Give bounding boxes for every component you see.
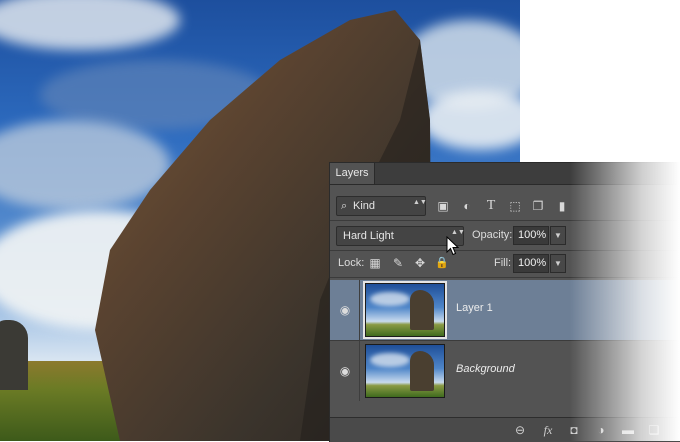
divider [330, 250, 680, 251]
thumbnail-stone [410, 351, 434, 391]
layer-thumbnail[interactable] [363, 281, 447, 339]
layer-style-fx-icon[interactable]: fx [539, 421, 557, 439]
divider [359, 280, 360, 340]
layer-row-layer-1[interactable]: ◉ Layer 1 [330, 280, 680, 340]
opacity-input[interactable]: 100% [513, 226, 549, 245]
visibility-eye-icon[interactable]: ◉ [336, 362, 354, 380]
adjustment-filter-icon[interactable]: ◐ [458, 197, 476, 215]
filter-kind-select[interactable]: ⌕ Kind ▲▼ [336, 196, 427, 216]
layers-panel-footer: ⊖ fx ◘ ◑ ▬ ❑ [330, 417, 680, 442]
thumbnail-cloud [370, 292, 410, 306]
divider [359, 341, 360, 401]
search-icon: ⌕ [341, 200, 348, 212]
type-filter-icon[interactable]: T [482, 197, 500, 215]
link-layers-icon[interactable]: ⊖ [511, 421, 529, 439]
filter-toggle-icon[interactable]: ▮ [553, 197, 571, 215]
thumbnail-stone [410, 290, 434, 330]
divider [330, 277, 680, 278]
chevron-updown-icon: ▲▼ [413, 199, 427, 206]
lock-image-pixels-icon[interactable]: ✎ [389, 254, 407, 272]
layer-name[interactable]: Background [456, 363, 515, 375]
blend-row: Hard Light ▲▼ Opacity: 100% ▼ [330, 225, 680, 247]
new-layer-icon[interactable]: ❑ [645, 421, 663, 439]
lock-label: Lock: [338, 257, 365, 269]
layers-panel: Layers ⌕ Kind ▲▼ ▣ ◐ T ⬚ ❐ ▮ Hard Light … [329, 162, 680, 442]
filter-row: ⌕ Kind ▲▼ ▣ ◐ T ⬚ ❐ ▮ [330, 195, 680, 217]
image-filter-icon[interactable]: ▣ [434, 197, 452, 215]
opacity-label: Opacity: [472, 229, 513, 241]
fill-label: Fill: [494, 257, 512, 269]
opacity-dropdown-button[interactable]: ▼ [550, 226, 566, 245]
lock-row: Lock: ▦ ✎ ✥ 🔒 Fill: 100% ▼ [330, 253, 680, 275]
layer-row-background[interactable]: ◉ Background [330, 341, 680, 401]
smart-object-filter-icon[interactable]: ❐ [529, 197, 547, 215]
divider [330, 220, 680, 221]
fill-input[interactable]: 100% [513, 254, 549, 273]
layer-name[interactable]: Layer 1 [456, 302, 493, 314]
visibility-eye-icon[interactable]: ◉ [336, 301, 354, 319]
filter-kind-value: Kind [353, 200, 376, 212]
tab-layers[interactable]: Layers [330, 163, 375, 184]
new-group-icon[interactable]: ▬ [619, 421, 637, 439]
lock-transparent-pixels-icon[interactable]: ▦ [366, 254, 384, 272]
adjustment-layer-icon[interactable]: ◑ [592, 421, 610, 439]
thumbnail-cloud [370, 353, 410, 367]
shape-filter-icon[interactable]: ⬚ [506, 197, 524, 215]
panel-tab-bar: Layers [330, 163, 680, 185]
layer-thumbnail[interactable] [365, 344, 445, 398]
lock-all-icon[interactable]: 🔒 [433, 254, 451, 272]
blend-mode-value: Hard Light [343, 230, 394, 242]
fill-dropdown-button[interactable]: ▼ [550, 254, 566, 273]
blend-mode-select[interactable]: Hard Light ▲▼ [336, 226, 465, 246]
add-mask-icon[interactable]: ◘ [565, 421, 583, 439]
lock-position-icon[interactable]: ✥ [411, 254, 429, 272]
mouse-cursor-icon [446, 236, 460, 256]
